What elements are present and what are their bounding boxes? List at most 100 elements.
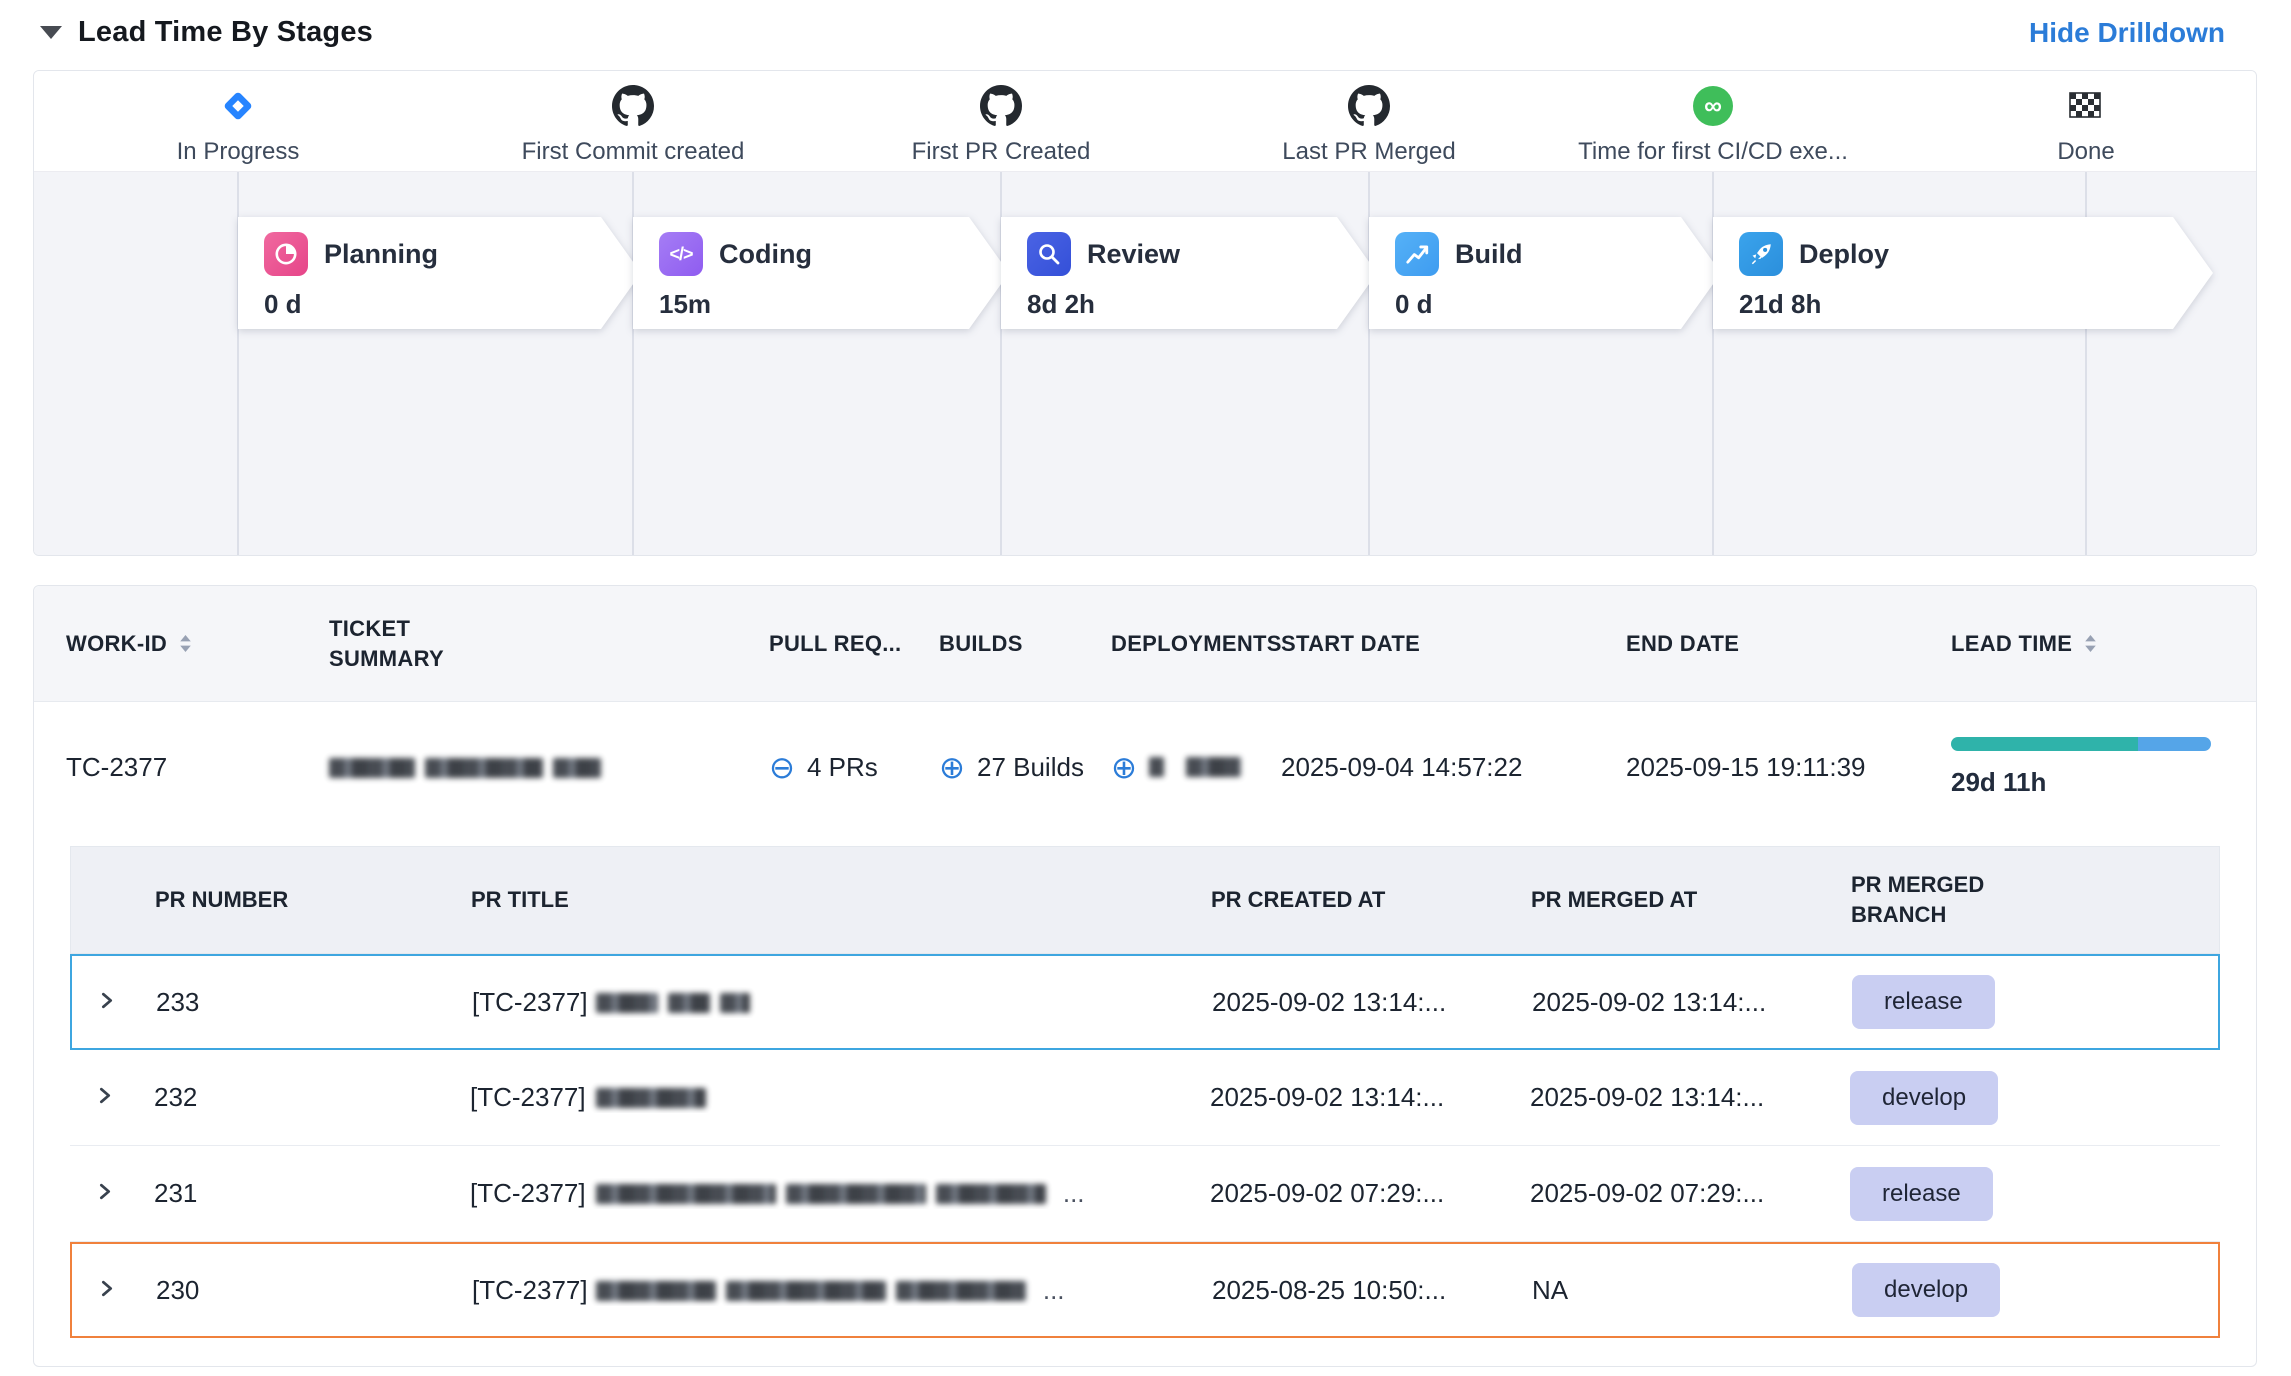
milestone-row: In Progress First Commit created First P… <box>34 71 2256 171</box>
milestone-in-progress: In Progress <box>58 83 418 166</box>
pr-number: 232 <box>126 1082 416 1113</box>
milestone-cicd: ∞ Time for first CI/CD exe... <box>1533 83 1893 166</box>
pr-created-at: 2025-09-02 13:14:... <box>1158 987 1478 1018</box>
header-lead-time: LEAD TIME <box>1921 631 2256 657</box>
work-table-header: WORK-ID TICKET SUMMARY PULL REQ... BUILD… <box>34 586 2256 702</box>
planning-icon <box>264 232 308 276</box>
lead-time-bar <box>1951 737 2211 751</box>
cicd-icon: ∞ <box>1693 83 1733 129</box>
header-pr-branch: PR MERGED BRANCH <box>1797 870 2219 929</box>
pr-number: 230 <box>128 1275 418 1306</box>
builds-toggle[interactable]: ⊕ 27 Builds <box>939 752 1081 783</box>
pr-drilldown-table: PR NUMBER PR TITLE PR CREATED AT PR MERG… <box>70 846 2220 1338</box>
work-item-row[interactable]: TC-2377 ⊖ 4 PRs ⊕ 27 Builds ⊕ <box>34 702 2256 832</box>
checkered-flag-icon <box>2069 83 2103 129</box>
pr-row-232[interactable]: 232 [TC-2377] 2025-09-02 13:14:... 2025-… <box>70 1050 2220 1146</box>
deploy-rocket-icon <box>1739 232 1783 276</box>
sort-icon <box>179 634 192 653</box>
milestone-first-commit: First Commit created <box>453 83 813 166</box>
pr-row-231[interactable]: 231 [TC-2377] ... 2025-09-02 07:29:... 2… <box>70 1146 2220 1242</box>
github-icon <box>1348 83 1390 129</box>
lead-time-value: 29d 11h <box>1951 767 2256 798</box>
header-pr-created: PR CREATED AT <box>1157 887 1477 913</box>
github-icon <box>612 83 654 129</box>
lead-time-sort[interactable]: LEAD TIME <box>1951 631 2097 657</box>
stage-deploy: Deploy 21d 8h <box>1713 217 2213 329</box>
stage-build: Build 0 d <box>1369 217 1721 329</box>
milestone-label: Last PR Merged <box>1282 138 1455 166</box>
header-builds: BUILDS <box>909 631 1081 657</box>
milestone-label: In Progress <box>177 138 300 166</box>
stage-review: Review 8d 2h <box>1001 217 1377 329</box>
lead-time-drilldown-page: Lead Time By Stages Hide Drilldown In Pr… <box>0 0 2291 1376</box>
work-id-value: TC-2377 <box>34 752 299 783</box>
milestone-done: Done <box>1906 83 2257 166</box>
work-id-sort[interactable]: WORK-ID <box>66 631 192 657</box>
header-end-date: END DATE <box>1596 631 1921 657</box>
deployments-toggle[interactable]: ⊕ <box>1111 752 1251 783</box>
cicd-link-glyph: ∞ <box>1693 86 1733 126</box>
collapse-circle-icon[interactable]: ⊖ <box>769 752 795 783</box>
milestone-last-pr-merged: Last PR Merged <box>1189 83 1549 166</box>
stage-duration: 8d 2h <box>1027 289 1377 320</box>
stage-name: Build <box>1455 239 1523 270</box>
expand-circle-icon[interactable]: ⊕ <box>939 752 965 783</box>
header-ticket-summary: TICKET SUMMARY <box>299 614 739 673</box>
pr-title: [TC-2377] <box>418 987 1158 1018</box>
sort-icon <box>2084 634 2097 653</box>
stage-name: Planning <box>324 239 438 270</box>
expand-circle-icon[interactable]: ⊕ <box>1111 752 1137 783</box>
stage-duration: 0 d <box>264 289 641 320</box>
branch-badge: develop <box>1852 1263 2000 1317</box>
stage-name: Coding <box>719 239 812 270</box>
coding-icon: </> <box>659 232 703 276</box>
milestone-first-pr: First PR Created <box>821 83 1181 166</box>
collapse-triangle-icon[interactable] <box>40 26 62 39</box>
header-work-id: WORK-ID <box>34 631 299 657</box>
header-pr-title: PR TITLE <box>417 887 1157 913</box>
stage-duration: 0 d <box>1395 289 1721 320</box>
github-icon <box>980 83 1022 129</box>
milestone-label: First Commit created <box>522 138 745 166</box>
pr-title: [TC-2377] ... <box>418 1275 1158 1306</box>
in-progress-icon <box>220 83 256 129</box>
pr-row-230[interactable]: 230 [TC-2377] ... 2025-08-25 10:50:... N… <box>70 1242 2220 1338</box>
branch-badge: release <box>1852 975 1995 1029</box>
stage-name: Review <box>1087 239 1180 270</box>
start-date-value: 2025-09-04 14:57:22 <box>1251 752 1596 783</box>
build-icon <box>1395 232 1439 276</box>
review-icon <box>1027 232 1071 276</box>
page-title: Lead Time By Stages <box>78 16 373 49</box>
header-pull-requests: PULL REQ... <box>739 631 909 657</box>
pr-merged-at: 2025-09-02 07:29:... <box>1476 1178 1796 1209</box>
builds-count: 27 Builds <box>977 752 1084 783</box>
pr-table-header: PR NUMBER PR TITLE PR CREATED AT PR MERG… <box>70 846 2220 954</box>
pr-merged-at: 2025-09-02 13:14:... <box>1478 987 1798 1018</box>
pr-number: 231 <box>126 1178 416 1209</box>
milestone-label: Time for first CI/CD exe... <box>1578 138 1848 166</box>
pr-merged-at: 2025-09-02 13:14:... <box>1476 1082 1796 1113</box>
lead-time-stages-panel: In Progress First Commit created First P… <box>33 70 2257 556</box>
end-date-value: 2025-09-15 19:11:39 <box>1596 752 1921 783</box>
chevron-right-icon[interactable] <box>94 1181 115 1202</box>
chevron-right-icon[interactable] <box>96 990 117 1011</box>
pr-created-at: 2025-09-02 13:14:... <box>1156 1082 1476 1113</box>
header-pr-number: PR NUMBER <box>127 887 417 913</box>
stage-duration: 15m <box>659 289 1009 320</box>
pr-number: 233 <box>128 987 418 1018</box>
header-deployments: DEPLOYMENTS <box>1081 631 1251 657</box>
branch-badge: develop <box>1850 1071 1998 1125</box>
pr-count: 4 PRs <box>807 752 878 783</box>
pull-requests-toggle[interactable]: ⊖ 4 PRs <box>769 752 909 783</box>
chevron-right-icon[interactable] <box>96 1278 117 1299</box>
pr-row-233[interactable]: 233 [TC-2377] 2025-09-02 13:14:... 2025-… <box>70 954 2220 1050</box>
pr-merged-at: NA <box>1478 1275 1798 1306</box>
milestone-label: Done <box>2057 138 2114 166</box>
section-header: Lead Time By Stages Hide Drilldown <box>40 16 2225 49</box>
chevron-right-icon[interactable] <box>94 1085 115 1106</box>
stage-duration: 21d 8h <box>1739 289 2213 320</box>
code-glyph: </> <box>669 244 692 265</box>
pr-created-at: 2025-08-25 10:50:... <box>1158 1275 1478 1306</box>
hide-drilldown-link[interactable]: Hide Drilldown <box>2029 17 2225 49</box>
stage-planning: Planning 0 d <box>238 217 641 329</box>
